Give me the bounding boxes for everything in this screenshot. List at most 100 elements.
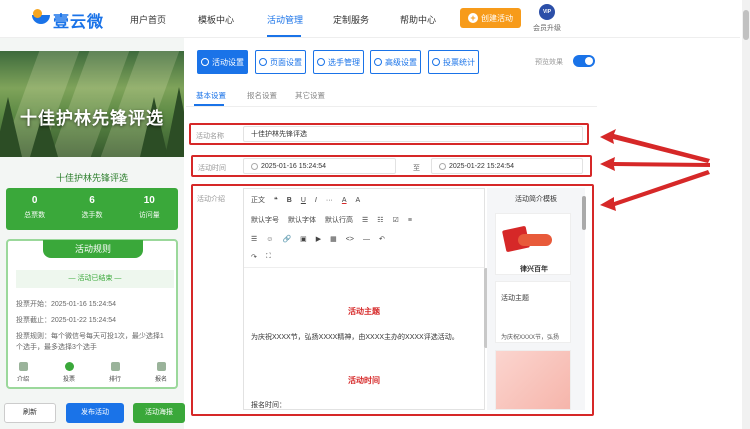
editor-toolbar-row-1: 正文 ❝ B U I ··· A A — [251, 195, 360, 205]
intro-template-panel: 活动简介模板 律兴百年 活动主题 为庆祝XXXX节，弘扬 — [487, 188, 585, 410]
nav-help-center[interactable]: 帮助中心 — [400, 13, 436, 26]
banner-title: 十佳护林先锋评选 — [20, 109, 164, 128]
font-size-dropdown[interactable]: 默认字号 — [251, 215, 279, 225]
font-color-icon[interactable]: A — [342, 197, 347, 204]
editor-toolbar-row-4: ↷ ⛶ — [251, 253, 271, 261]
paragraph-style-dropdown[interactable]: 正文 — [251, 195, 265, 205]
top-navbar: 壹云微 用户首页 模板中心 活动管理 定制服务 帮助中心 + 创建活动 VIP … — [0, 0, 740, 38]
time-label: 活动时间 — [198, 165, 226, 172]
underline-icon[interactable]: U — [301, 197, 306, 204]
numbered-list-icon[interactable]: ☷ — [377, 216, 383, 224]
template-card-2-text: 为庆祝XXXX节，弘扬 — [501, 335, 560, 341]
emoji-icon[interactable]: ☺ — [266, 236, 273, 243]
undo-icon[interactable]: ↶ — [379, 235, 385, 243]
checklist-icon[interactable]: ☑ — [393, 216, 399, 224]
bullet-list-icon[interactable]: ☰ — [362, 216, 368, 224]
activity-name: 十佳护林先锋评选 — [55, 173, 128, 183]
clock-icon — [251, 162, 258, 170]
preview-effect-label: 预览效果 — [535, 59, 563, 66]
fullscreen-icon[interactable]: ⛶ — [266, 253, 271, 261]
activity-name-input[interactable]: 十佳护林先锋评选 — [243, 126, 583, 142]
link-icon[interactable]: 🔗 — [282, 235, 291, 243]
video-icon[interactable]: ▶ — [316, 235, 321, 243]
clock-icon — [439, 162, 446, 170]
publish-button[interactable]: 发布活动 — [66, 403, 124, 423]
tab-signup-settings[interactable]: 报名设置 — [247, 90, 277, 101]
bold-icon[interactable]: B — [287, 197, 292, 204]
end-time-input[interactable]: 2025-01-22 15:24:54 — [431, 158, 583, 174]
tab-other-settings[interactable]: 其它设置 — [295, 90, 325, 101]
template-card-1[interactable]: 律兴百年 — [495, 213, 571, 275]
users-icon — [317, 58, 325, 66]
vip-upgrade-link[interactable]: 会员升级 — [533, 23, 561, 33]
nav-activity-management[interactable]: 活动管理 — [267, 13, 303, 26]
tab-signup[interactable]: 报名 — [138, 360, 184, 386]
rule-start-time: 投票开始：2025-01-16 15:24:54 — [16, 301, 116, 308]
contestant-management-button[interactable]: 选手管理 — [313, 50, 364, 74]
template-card-2-heading: 活动主题 — [501, 295, 529, 302]
template-scrollbar[interactable] — [582, 196, 586, 230]
time-to-label: 至 — [413, 165, 420, 172]
table-icon[interactable]: ▦ — [330, 235, 337, 243]
plus-icon: + — [468, 13, 478, 23]
quote-icon[interactable]: ❝ — [274, 196, 278, 204]
brand-name[interactable]: 壹云微 — [53, 8, 104, 32]
font-family-dropdown[interactable]: 默认字体 — [288, 215, 316, 225]
template-card-1-caption: 律兴百年 — [520, 266, 548, 273]
page-scrollbar[interactable] — [742, 0, 750, 429]
template-card-3[interactable] — [495, 350, 571, 410]
more-icon[interactable]: ··· — [326, 197, 333, 204]
brand-logo-icon[interactable] — [32, 9, 50, 24]
background-color-icon[interactable]: A — [356, 197, 361, 204]
advanced-settings-button[interactable]: 高级设置 — [370, 50, 421, 74]
template-panel-title: 活动简介模板 — [515, 196, 557, 203]
create-activity-button[interactable]: + 创建活动 — [460, 8, 521, 28]
create-activity-label: 创建活动 — [481, 13, 513, 23]
tab-vote[interactable]: 投票 — [46, 360, 92, 386]
settings-icon — [201, 58, 209, 66]
align-icon[interactable]: ≡ — [408, 217, 412, 224]
stat-contestants: 6 选手数 — [81, 195, 103, 219]
poster-button[interactable]: 活动海报 — [133, 403, 185, 423]
stat-total-votes: 0 总票数 — [24, 195, 46, 219]
start-time-input[interactable]: 2025-01-16 15:24:54 — [243, 158, 396, 174]
divider-icon[interactable]: ― — [363, 236, 370, 243]
line-height-dropdown[interactable]: 默认行高 — [325, 215, 353, 225]
editor-content[interactable]: 活动主题 为庆祝XXXX节，弘扬XXXX精神，由XXXX主办的XXXX评选活动。… — [244, 267, 484, 409]
vote-statistics-button[interactable]: 投票统计 — [428, 50, 479, 74]
activity-banner: 十佳护林先锋评选 — [0, 51, 184, 157]
nav-custom-service[interactable]: 定制服务 — [333, 13, 369, 26]
vote-icon — [64, 362, 74, 371]
mobile-preview-panel: 十佳护林先锋评选 十佳护林先锋评选 0 总票数 6 选手数 10 访问量 活动规则 —… — [0, 38, 185, 429]
page-settings-button[interactable]: 页面设置 — [255, 50, 306, 74]
tab-basic-settings[interactable]: 基本设置 — [196, 90, 226, 101]
chart-icon — [432, 58, 440, 66]
rule-end-time: 投票截止：2025-01-22 15:24:54 — [16, 317, 116, 324]
gear-icon — [259, 58, 267, 66]
editor-toolbar-row-2: 默认字号 默认字体 默认行高 ☰ ☷ ☑ ≡ — [251, 215, 412, 225]
italic-icon[interactable]: I — [315, 197, 317, 204]
stat-visits: 10 访问量 — [138, 195, 160, 219]
template-card-2[interactable]: 活动主题 为庆祝XXXX节，弘扬 — [495, 281, 571, 343]
preview-tabbar: 介绍 投票 排行 报名 — [0, 360, 184, 386]
nav-home[interactable]: 用户首页 — [130, 13, 166, 26]
tab-intro[interactable]: 介绍 — [0, 360, 46, 386]
image-icon[interactable]: ▣ — [300, 235, 307, 243]
content-heading-theme: 活动主题 — [348, 307, 380, 316]
redo-icon[interactable]: ↷ — [251, 253, 257, 261]
annotation-arrows — [600, 129, 710, 211]
tab-ranking[interactable]: 排行 — [92, 360, 138, 386]
content-paragraph-1: 为庆祝XXXX节，弘扬XXXX精神，由XXXX主办的XXXX评选活动。 — [251, 334, 459, 341]
banner-ribbon-icon — [518, 234, 552, 246]
nav-active-indicator — [267, 35, 301, 37]
activity-settings-button[interactable]: 活动设置 — [197, 50, 248, 74]
subtab-divider — [186, 106, 597, 107]
preview-toggle[interactable] — [573, 55, 595, 67]
code-icon[interactable]: <> — [346, 236, 354, 243]
nav-templates[interactable]: 模板中心 — [198, 13, 234, 26]
vip-icon[interactable]: VIP — [539, 4, 555, 20]
trophy-icon — [110, 362, 120, 371]
indent-icon[interactable]: ☰ — [251, 235, 257, 243]
rich-text-editor[interactable]: 正文 ❝ B U I ··· A A 默认字号 默认字体 默认行高 ☰ ☷ ☑ … — [243, 188, 485, 410]
refresh-button[interactable]: 刷新 — [4, 403, 56, 423]
